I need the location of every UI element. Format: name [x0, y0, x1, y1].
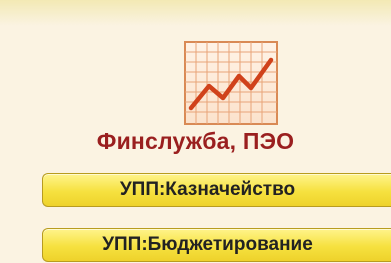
budgeting-button[interactable]: УПП:Бюджетирование	[42, 228, 391, 262]
top-band	[0, 0, 391, 26]
treasury-button-label: УПП:Казначейство	[119, 179, 296, 200]
treasury-button[interactable]: УПП:Казначейство	[42, 173, 391, 207]
finance-service-panel: Финслужба, ПЭО УПП:Казначейство УПП:Бюдж…	[0, 0, 391, 263]
budgeting-button-label: УПП:Бюджетирование	[102, 234, 313, 255]
section-title: Финслужба, ПЭО	[96, 128, 295, 154]
line-chart-icon	[184, 41, 278, 125]
